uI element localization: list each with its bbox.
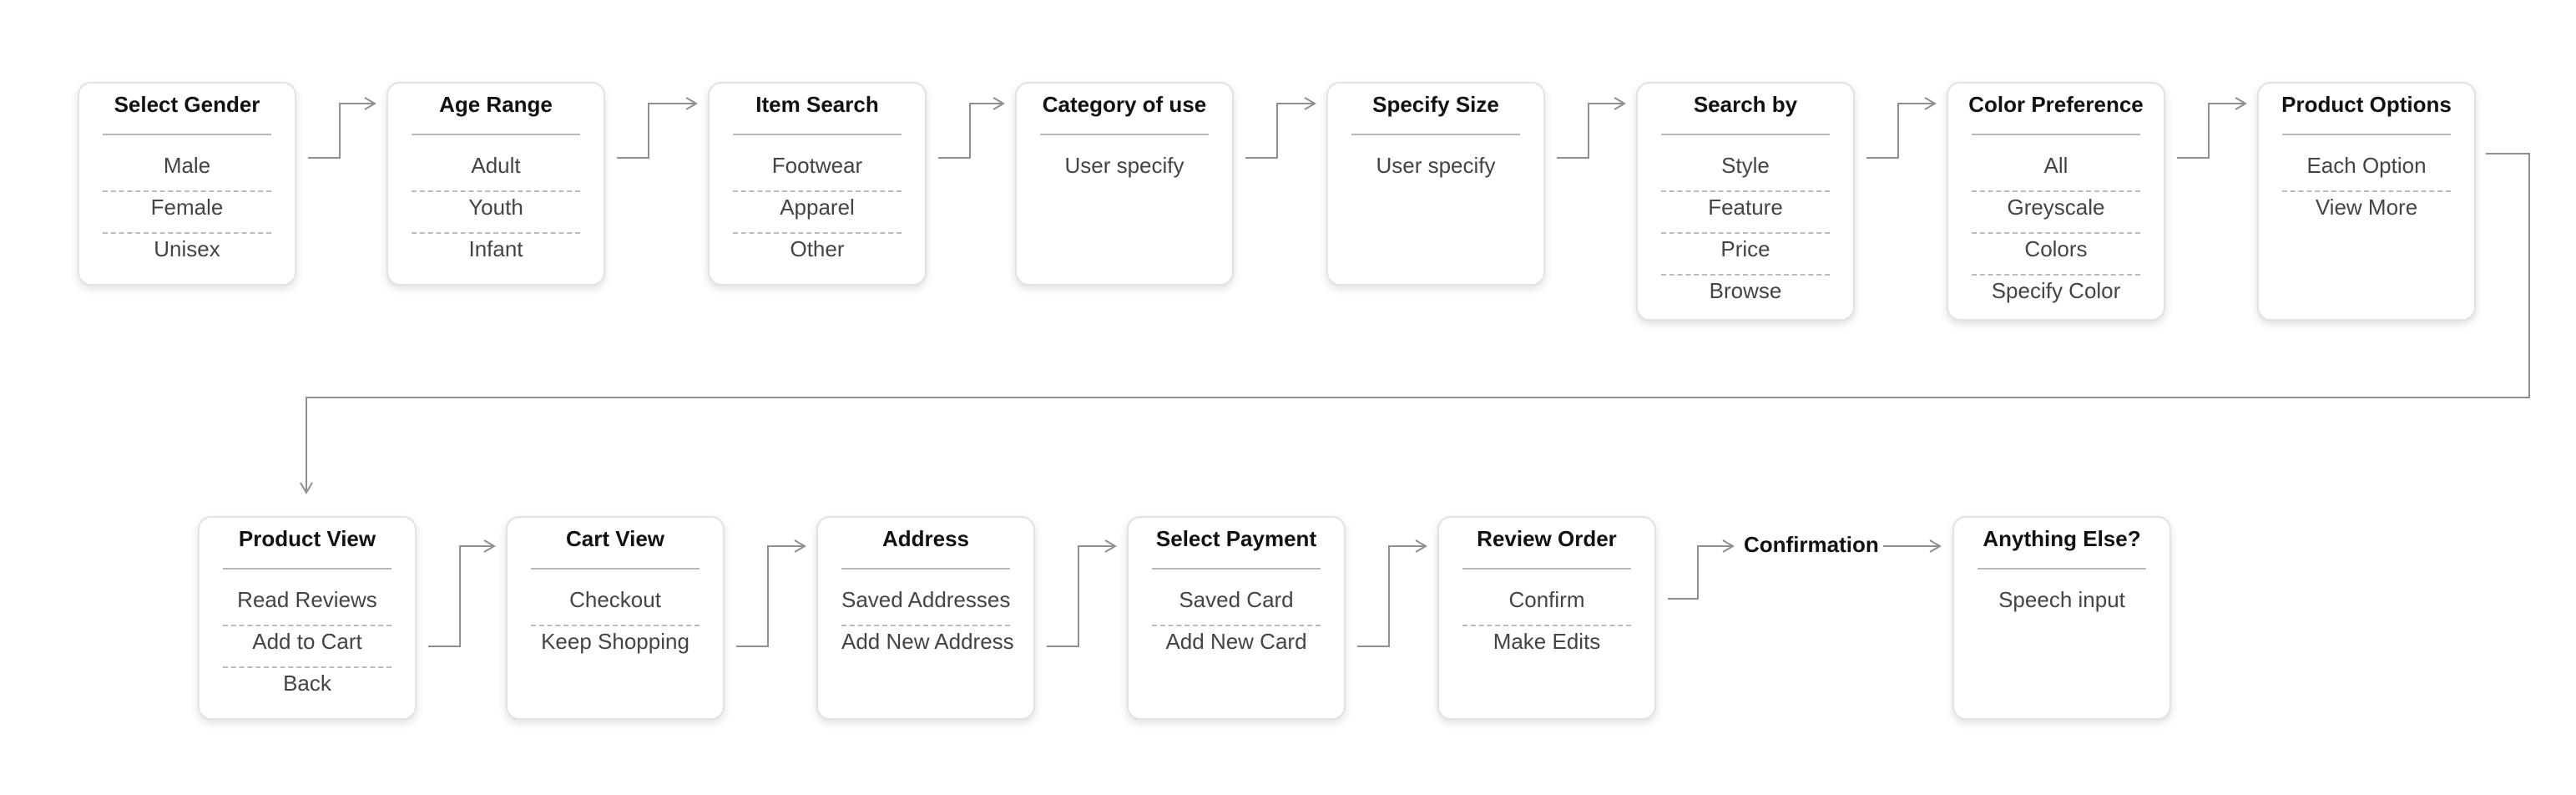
flow-arrow-icon: [1866, 97, 1937, 159]
step-title: Age Range: [439, 92, 553, 117]
step-card-select-gender: Select Gender Male Female Unisex: [78, 82, 296, 286]
flow-arrow-icon: [1357, 539, 1427, 647]
option-youth[interactable]: Youth: [412, 190, 580, 234]
step-title: Product Options: [2281, 92, 2452, 117]
option-make-edits[interactable]: Make Edits: [1462, 625, 1631, 666]
option-user-specify[interactable]: User specify: [1351, 149, 1520, 190]
step-card-age-range: Age Range Adult Youth Infant: [386, 82, 605, 286]
option-apparel[interactable]: Apparel: [733, 190, 902, 234]
step-card-color-preference: Color Preference All Greyscale Colors Specif…: [1947, 82, 2165, 321]
option-unisex[interactable]: Unisex: [103, 232, 271, 274]
option-add-new-address[interactable]: Add New Address: [841, 625, 1014, 666]
step-title: Select Payment: [1155, 526, 1317, 551]
step-card-category-of-use: Category of use User specify: [1015, 82, 1234, 286]
option-add-new-card[interactable]: Add New Card: [1152, 625, 1321, 666]
title-divider: [1462, 568, 1631, 570]
option-style[interactable]: Style: [1661, 149, 1830, 192]
title-divider: [733, 134, 902, 135]
flow-arrow-icon: [1557, 97, 1626, 159]
title-divider: [1351, 134, 1520, 135]
flow-arrow-icon: [1245, 97, 1316, 159]
title-divider: [1152, 568, 1321, 570]
step-card-specify-size: Specify Size User specify: [1326, 82, 1545, 286]
flow-arrow-icon: [2177, 97, 2247, 159]
step-card-product-options: Product Options Each Option View More: [2257, 82, 2476, 321]
option-view-more[interactable]: View More: [2282, 190, 2451, 232]
option-feature[interactable]: Feature: [1661, 190, 1830, 234]
option-saved-addresses[interactable]: Saved Addresses: [841, 583, 1010, 626]
flow-arrow-icon: [736, 539, 806, 647]
option-adult[interactable]: Adult: [412, 149, 580, 192]
flow-arrow-icon: [428, 539, 496, 647]
title-divider: [412, 134, 580, 135]
step-title: Cart View: [565, 526, 664, 551]
option-keep-shopping[interactable]: Keep Shopping: [531, 625, 700, 666]
title-divider: [2282, 134, 2451, 135]
step-card-product-view: Product View Read Reviews Add to Cart Back: [198, 516, 417, 720]
title-divider: [1661, 134, 1830, 135]
option-other[interactable]: Other: [733, 232, 902, 274]
step-card-search-by: Search by Style Feature Price Browse: [1636, 82, 1855, 321]
option-female[interactable]: Female: [103, 190, 271, 234]
option-footwear[interactable]: Footwear: [733, 149, 902, 192]
step-card-select-payment: Select Payment Saved Card Add New Card: [1127, 516, 1346, 720]
option-browse[interactable]: Browse: [1661, 274, 1830, 316]
option-back[interactable]: Back: [223, 666, 391, 708]
step-card-review-order: Review Order Confirm Make Edits: [1437, 516, 1656, 720]
step-label-confirmation: Confirmation: [1744, 532, 1879, 557]
option-user-specify[interactable]: User specify: [1040, 149, 1209, 190]
title-divider: [531, 568, 700, 570]
option-infant[interactable]: Infant: [412, 232, 580, 274]
step-title: Category of use: [1042, 92, 1207, 117]
option-checkout[interactable]: Checkout: [531, 583, 700, 626]
step-title: Review Order: [1477, 526, 1617, 551]
option-male[interactable]: Male: [103, 149, 271, 192]
flow-arrow-icon: [1047, 539, 1117, 647]
option-price[interactable]: Price: [1661, 232, 1830, 276]
option-all[interactable]: All: [1972, 149, 2140, 192]
title-divider: [103, 134, 271, 135]
step-card-item-search: Item Search Footwear Apparel Other: [708, 82, 927, 286]
flow-arrow-icon: [308, 97, 376, 159]
flow-arrow-icon: [1883, 539, 1942, 553]
option-speech-input[interactable]: Speech input: [1977, 583, 2146, 625]
step-card-cart-view: Cart View Checkout Keep Shopping: [506, 516, 725, 720]
option-greyscale[interactable]: Greyscale: [1972, 190, 2140, 234]
step-title: Select Gender: [114, 92, 260, 117]
step-title: Color Preference: [1968, 92, 2144, 117]
step-title: Specify Size: [1372, 92, 1499, 117]
option-specify-color[interactable]: Specify Color: [1972, 274, 2140, 316]
step-title: Anything Else?: [1983, 526, 2141, 551]
step-title: Address: [881, 526, 970, 551]
step-title: Search by: [1693, 92, 1798, 117]
flow-arrow-icon: [1668, 539, 1735, 600]
title-divider: [841, 568, 1010, 570]
title-divider: [1977, 568, 2146, 570]
title-divider: [1972, 134, 2140, 135]
user-flow-diagram: Select Gender Male Female Unisex Age Range Ad…: [0, 0, 2576, 795]
flow-arrow-icon: [617, 97, 698, 159]
step-title: Product View: [238, 526, 376, 551]
option-confirm[interactable]: Confirm: [1462, 583, 1631, 626]
step-card-address: Address Saved Addresses Add New Address: [816, 516, 1035, 720]
option-add-to-cart[interactable]: Add to Cart: [223, 625, 391, 668]
flow-arrow-icon: [938, 97, 1005, 159]
title-divider: [223, 568, 391, 570]
option-read-reviews[interactable]: Read Reviews: [223, 583, 391, 626]
option-colors[interactable]: Colors: [1972, 232, 2140, 276]
option-saved-card[interactable]: Saved Card: [1152, 583, 1321, 626]
option-each-option[interactable]: Each Option: [2282, 149, 2451, 192]
step-card-anything-else: Anything Else? Speech input: [1952, 516, 2171, 720]
title-divider: [1040, 134, 1209, 135]
step-title: Item Search: [755, 92, 879, 117]
